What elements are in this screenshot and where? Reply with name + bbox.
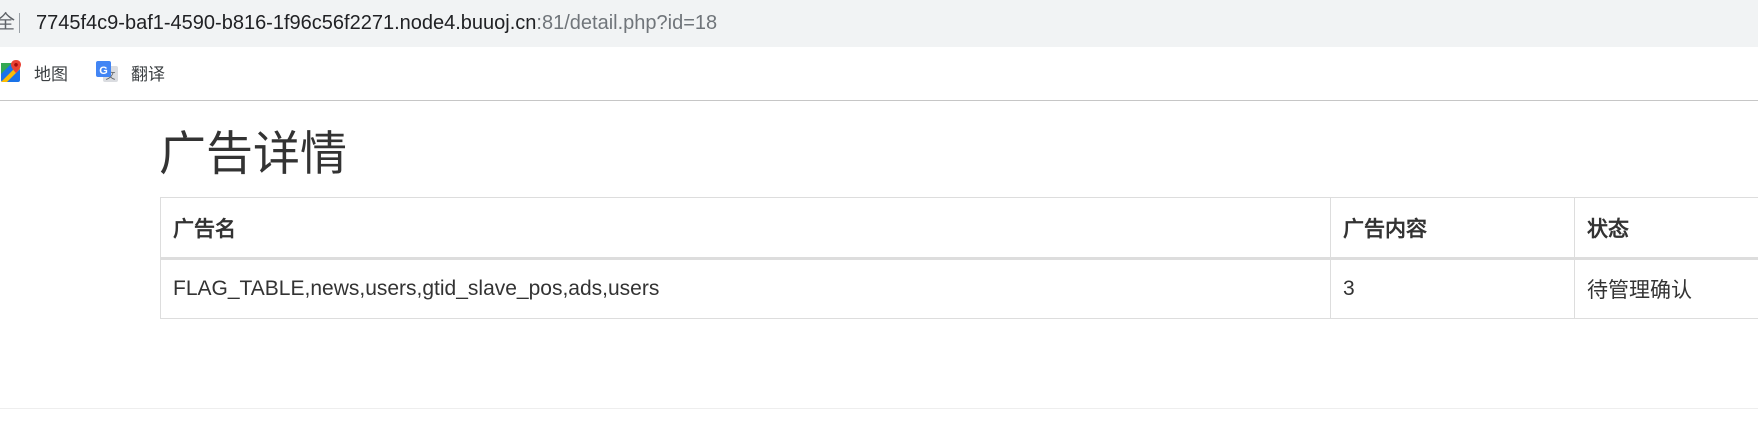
google-translate-icon: 文 G <box>96 61 118 82</box>
column-header-ad-name: 广告名 <box>160 197 1331 260</box>
cell-ad-content: 3 <box>1330 258 1575 319</box>
bookmark-translate-label: 翻译 <box>131 64 165 84</box>
google-maps-icon <box>1 60 21 82</box>
bookmark-translate[interactable]: 文 G 翻译 <box>95 59 165 85</box>
cell-ad-name: FLAG_TABLE,news,users,gtid_slave_pos,ads… <box>160 258 1331 319</box>
page-title: 广告详情 <box>159 127 347 180</box>
divider <box>0 408 1758 409</box>
cell-status: 待管理确认 <box>1574 258 1758 319</box>
security-status-text[interactable]: 全 <box>0 11 15 35</box>
url-field[interactable]: 7745f4c9-baf1-4590-b816-1f96c56f2271.nod… <box>36 11 717 35</box>
svg-text:G: G <box>99 65 108 77</box>
bookmark-maps[interactable]: 地图 <box>0 59 68 85</box>
url-path: :81/detail.php?id=18 <box>536 12 718 34</box>
table-header-row: 广告名 广告内容 状态 <box>160 197 1758 260</box>
bookmark-maps-label: 地图 <box>34 64 68 84</box>
column-header-ad-content: 广告内容 <box>1330 197 1575 260</box>
column-header-status: 状态 <box>1574 197 1758 260</box>
ad-details-table: 广告名 广告内容 状态 FLAG_TABLE,news,users,gtid_s… <box>160 197 1758 319</box>
url-host: 7745f4c9-baf1-4590-b816-1f96c56f2271.nod… <box>36 12 537 34</box>
bookmarks-bar: 地图 文 G 翻译 <box>0 47 1758 101</box>
table-row: FLAG_TABLE,news,users,gtid_slave_pos,ads… <box>160 258 1758 319</box>
address-separator <box>19 13 20 33</box>
address-bar[interactable]: 全 7745f4c9-baf1-4590-b816-1f96c56f2271.n… <box>0 0 1758 47</box>
